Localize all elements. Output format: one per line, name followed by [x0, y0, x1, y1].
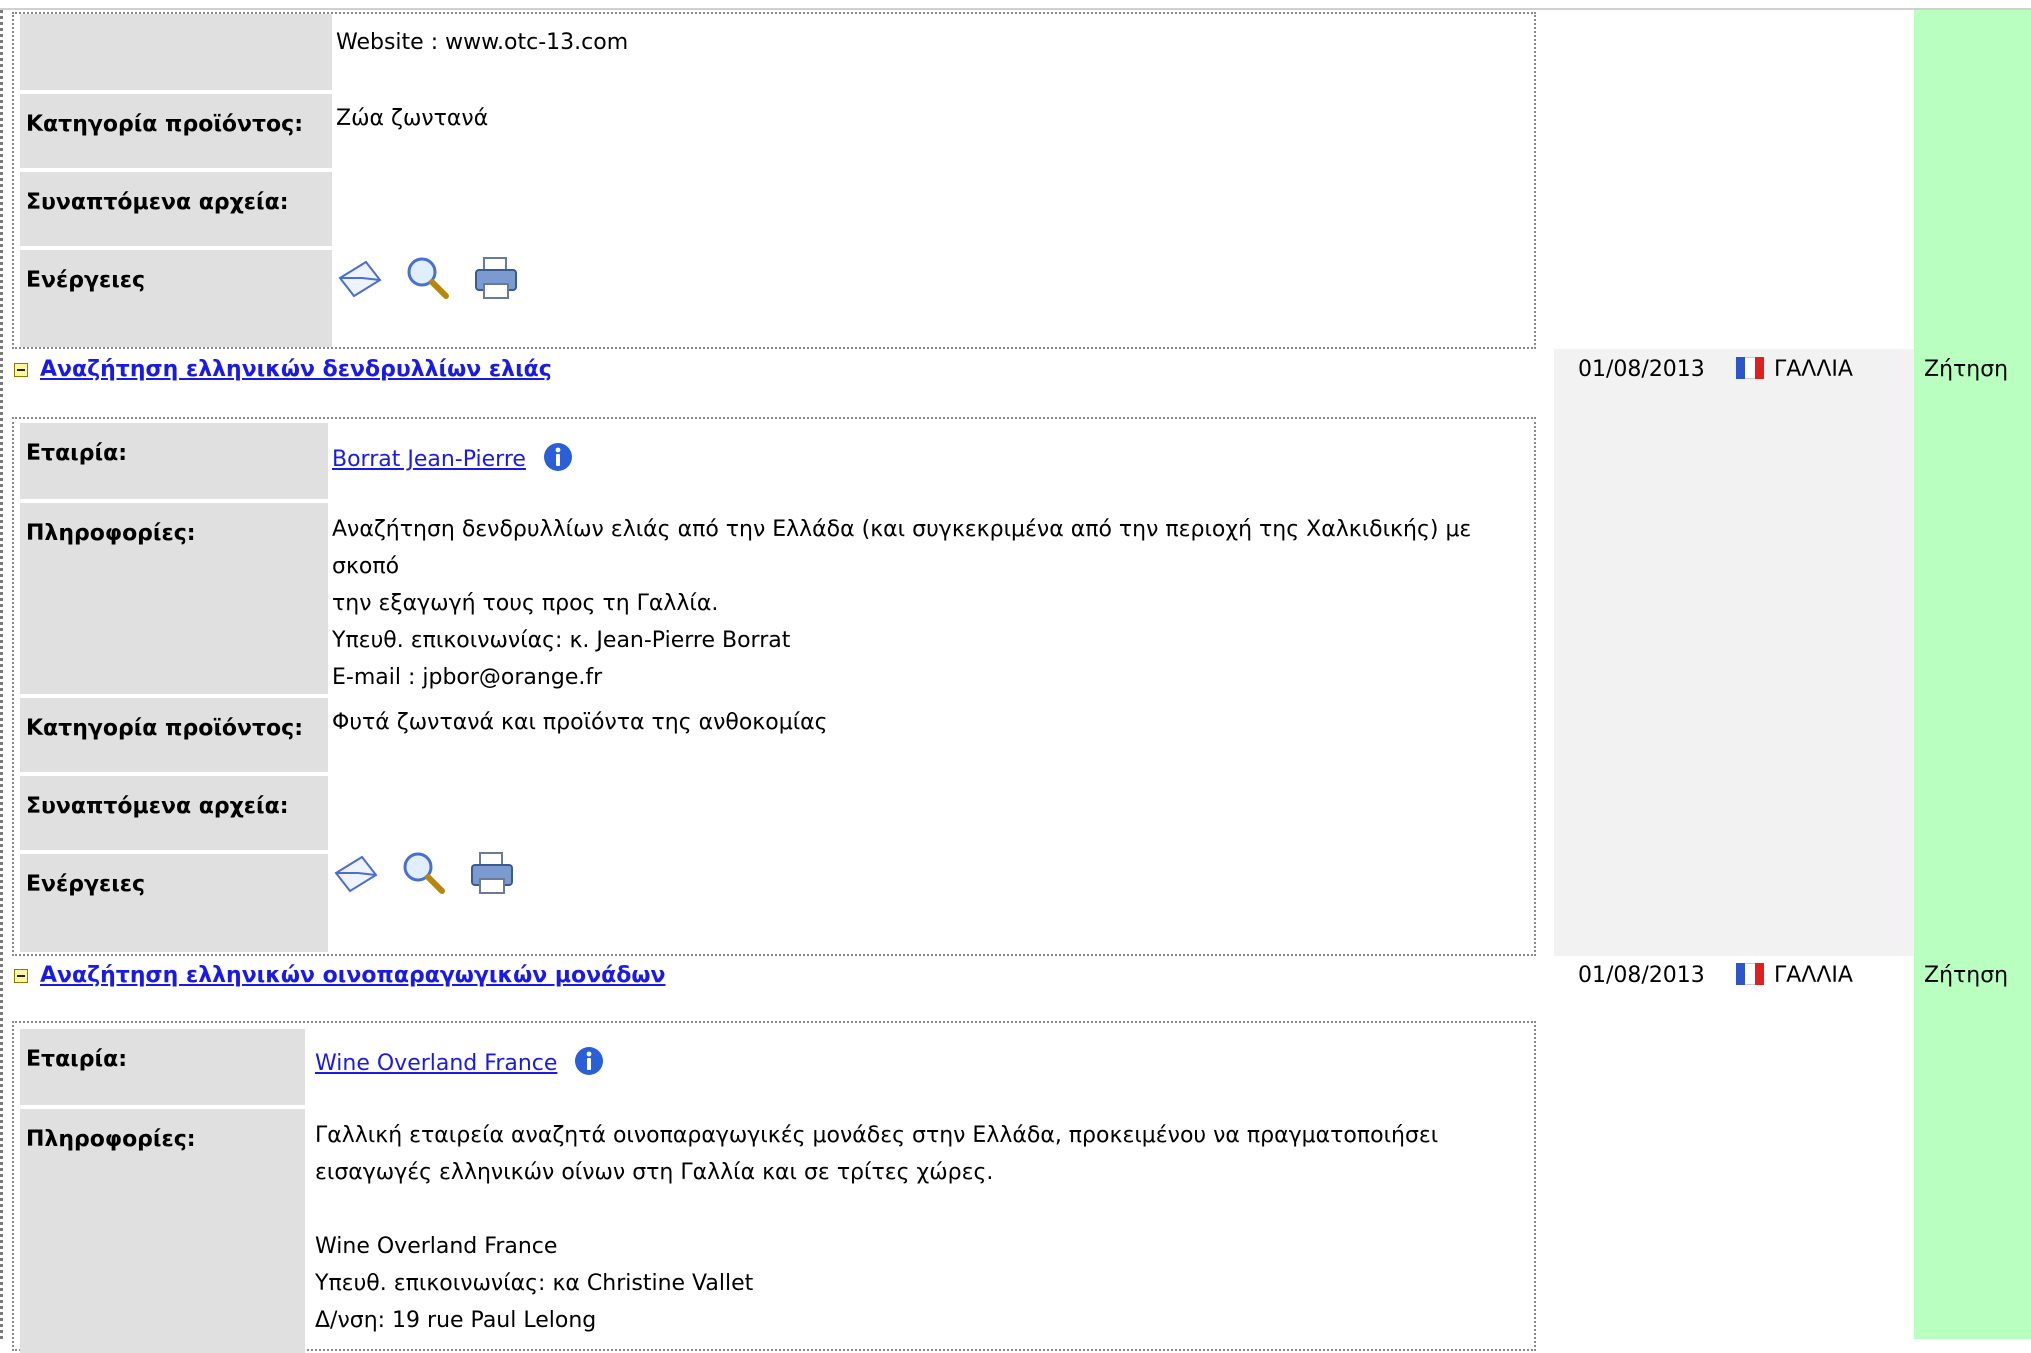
magnifier-icon[interactable] — [402, 252, 454, 304]
info-icon[interactable] — [574, 1046, 604, 1076]
website-value: Website : www.otc-13.com — [336, 30, 629, 55]
info-line: Υπευθ. επικοινωνίας: κ. Jean-Pierre Borr… — [332, 628, 791, 653]
label-info: Πληροφορίες: — [20, 1109, 305, 1353]
label-company: Εταιρία: — [20, 423, 328, 499]
minus-toggle-icon[interactable] — [14, 363, 28, 377]
company-value: Wine Overland France — [315, 1045, 604, 1082]
entry-type: Ζήτηση — [1924, 963, 2009, 988]
label-category: Κατηγορία προϊόντος: — [20, 94, 332, 168]
entry-title-link[interactable]: Αναζήτηση ελληνικών οινοπαραγωγικών μονά… — [40, 963, 666, 988]
info-line — [315, 1191, 1438, 1228]
entry-title-link[interactable]: Αναζήτηση ελληνικών δενδρυλλίων ελιάς — [40, 357, 552, 382]
label-website-empty — [20, 14, 332, 90]
magnifier-icon[interactable] — [398, 847, 450, 899]
entry-type: Ζήτηση — [1924, 357, 2009, 382]
envelope-icon[interactable] — [330, 847, 382, 899]
company-value: Borrat Jean-Pierre — [332, 441, 573, 478]
entry-header-2: Αναζήτηση ελληνικών οινοπαραγωγικών μονά… — [0, 955, 2008, 997]
info-line: την εξαγωγή τους προς τη Γαλλία. — [332, 591, 719, 616]
info-value: Γαλλική εταιρεία αναζητά οινοπαραγωγικές… — [315, 1117, 1438, 1339]
category-value: Φυτά ζωντανά και προϊόντα της ανθοκομίας — [332, 710, 828, 735]
entry-details-panel-0: Website : www.otc-13.com Κατηγορία προϊό… — [12, 12, 1536, 349]
label-info: Πληροφορίες: — [20, 503, 328, 694]
label-actions: Ενέργειες — [20, 854, 328, 952]
printer-icon[interactable] — [466, 847, 518, 899]
side-grey-0 — [1554, 10, 1914, 349]
label-attachments: Συναπτόμενα αρχεία: — [20, 776, 328, 850]
entry-country: ΓΑΛΛΙΑ — [1774, 357, 1853, 382]
info-line: εισαγωγές ελληνικών οίνων στη Γαλλία και… — [315, 1160, 994, 1185]
info-line: Υπευθ. επικοινωνίας: κα Christine Vallet — [315, 1271, 754, 1296]
minus-toggle-icon[interactable] — [14, 969, 28, 983]
left-border — [0, 10, 3, 1339]
label-company: Εταιρία: — [20, 1029, 305, 1105]
category-value: Ζώα ζωντανά — [336, 106, 489, 131]
company-link[interactable]: Borrat Jean-Pierre — [332, 447, 526, 472]
france-flag-icon — [1736, 963, 1764, 985]
label-attachments: Συναπτόμενα αρχεία: — [20, 172, 332, 246]
type-column-bg — [1914, 10, 2031, 1339]
printer-icon[interactable] — [470, 252, 522, 304]
info-value: Αναζήτηση δενδρυλλίων ελιάς από την Ελλά… — [332, 511, 1534, 696]
entry-date: 01/08/2013 — [1578, 963, 1705, 988]
side-grey-1 — [1554, 391, 1914, 956]
label-category: Κατηγορία προϊόντος: — [20, 698, 328, 772]
info-line: E-mail : jpbor@orange.fr — [332, 665, 603, 690]
envelope-icon[interactable] — [334, 252, 386, 304]
info-line: Wine Overland France — [315, 1234, 558, 1259]
info-line: Δ/νση: 19 rue Paul Lelong — [315, 1308, 597, 1333]
info-line: Γαλλική εταιρεία αναζητά οινοπαραγωγικές… — [315, 1123, 1439, 1148]
entry-details-panel-1: Εταιρία: Borrat Jean-Pierre Πληροφορίες:… — [12, 417, 1536, 956]
france-flag-icon — [1736, 357, 1764, 379]
entry-details-panel-2: Εταιρία: Wine Overland France Πληροφορίε… — [12, 1021, 1536, 1353]
company-link[interactable]: Wine Overland France — [315, 1051, 557, 1076]
entry-country: ΓΑΛΛΙΑ — [1774, 963, 1853, 988]
label-actions: Ενέργειες — [20, 250, 332, 347]
entry-header-1: Αναζήτηση ελληνικών δενδρυλλίων ελιάς 01… — [0, 349, 2008, 391]
top-border — [0, 0, 2031, 10]
entry-date: 01/08/2013 — [1578, 357, 1705, 382]
info-icon[interactable] — [543, 442, 573, 472]
info-line: Αναζήτηση δενδρυλλίων ελιάς από την Ελλά… — [332, 517, 1472, 579]
